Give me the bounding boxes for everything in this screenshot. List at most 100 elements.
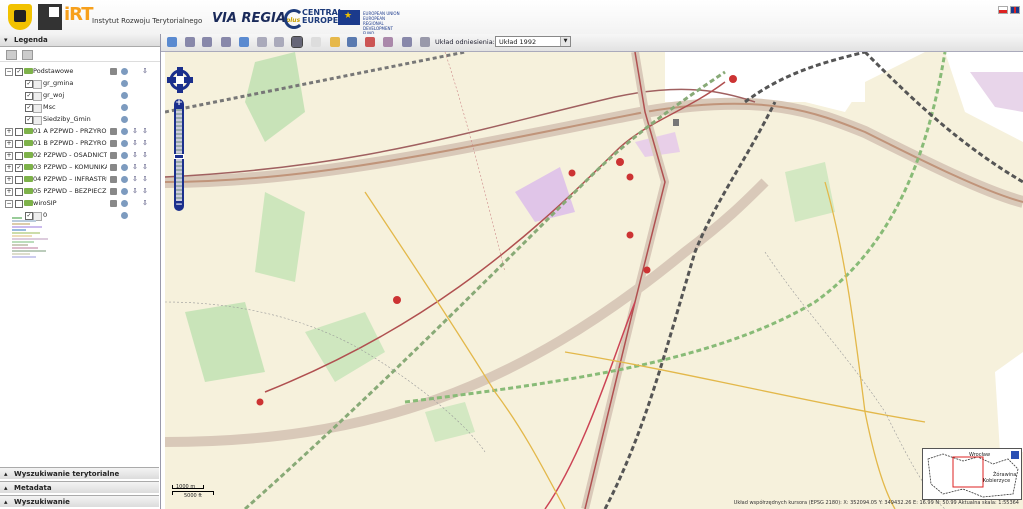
download-icon[interactable]: ⇩ — [132, 188, 139, 195]
settings-icon[interactable] — [121, 128, 128, 135]
expand-icon[interactable]: + — [5, 188, 13, 196]
measure-distance-icon[interactable] — [257, 37, 267, 47]
download-icon[interactable]: ⇩ — [142, 164, 149, 171]
overview-map[interactable]: Żórawina Kobierzyce Wrocław — [922, 448, 1022, 500]
full-extent-icon[interactable] — [239, 37, 249, 47]
legend-layer-row[interactable]: ✓ Msc — [0, 102, 159, 113]
download-icon[interactable]: ⇩ — [142, 176, 149, 183]
legend-group-row[interactable]: + 05 PZPWD – BEZPIECZEŃS ⇩ ⇩ — [0, 186, 159, 197]
download-icon[interactable]: ⇩ — [142, 140, 149, 147]
group-checkbox[interactable] — [15, 152, 23, 160]
layer-checkbox[interactable]: ✓ — [25, 80, 33, 88]
download-icon[interactable]: ⇩ — [132, 140, 139, 147]
expand-icon[interactable]: + — [5, 152, 13, 160]
add-service-icon[interactable] — [22, 50, 33, 60]
trash-icon[interactable] — [110, 152, 117, 159]
settings-icon[interactable] — [121, 200, 128, 207]
legend-group-row[interactable]: − ✓ Podstawowe ⇩ — [0, 66, 159, 77]
save-icon[interactable] — [347, 37, 357, 47]
reference-system-select[interactable]: Układ 1992 ▼ — [495, 36, 571, 47]
download-icon[interactable]: ⇩ — [142, 200, 149, 207]
layer-checkbox[interactable]: ✓ — [25, 104, 33, 112]
settings-icon[interactable] — [121, 164, 128, 171]
collapse-icon[interactable]: − — [5, 68, 13, 76]
zoom-slider[interactable]: + − — [174, 99, 184, 211]
settings-icon[interactable] — [121, 80, 128, 87]
print-icon[interactable] — [383, 37, 393, 47]
zoom-in-icon[interactable]: + — [174, 99, 184, 109]
settings-icon[interactable] — [121, 152, 128, 159]
legend-layer-row[interactable]: ✓ gr_gmina — [0, 78, 159, 89]
trash-icon[interactable] — [110, 176, 117, 183]
legend-layer-row[interactable]: ✓ Siedziby_Gmin — [0, 114, 159, 125]
group-checkbox[interactable]: ✓ — [15, 68, 23, 76]
trash-icon[interactable] — [110, 128, 117, 135]
measure-area-icon[interactable] — [274, 37, 284, 47]
add-layer-icon[interactable] — [6, 50, 17, 60]
trash-icon[interactable] — [110, 200, 117, 207]
group-checkbox[interactable] — [15, 200, 23, 208]
settings-icon[interactable] — [121, 104, 128, 111]
layer-checkbox[interactable]: ✓ — [25, 92, 33, 100]
search-map-icon[interactable] — [402, 37, 412, 47]
zoom-out-icon[interactable] — [221, 37, 231, 47]
legend-group-row[interactable]: − wiroSIP ⇩ — [0, 198, 159, 209]
zoom-in-icon[interactable] — [202, 37, 212, 47]
download-icon[interactable]: ⇩ — [132, 164, 139, 171]
group-checkbox[interactable] — [15, 128, 23, 136]
download-icon[interactable]: ⇩ — [142, 128, 149, 135]
settings-icon[interactable] — [121, 116, 128, 123]
download-icon[interactable]: ⇩ — [132, 176, 139, 183]
group-checkbox[interactable] — [15, 188, 23, 196]
expand-icon[interactable]: + — [5, 128, 13, 136]
settings-icon[interactable] — [121, 188, 128, 195]
legend-layer-row[interactable]: ✓ gr_woj — [0, 90, 159, 101]
download-icon[interactable]: ⇩ — [142, 68, 149, 75]
open-folder-icon[interactable] — [330, 37, 340, 47]
english-language-flag-icon[interactable] — [1010, 6, 1020, 14]
legend-header[interactable]: ▾ Legenda — [0, 34, 160, 47]
export-pdf-icon[interactable] — [365, 37, 375, 47]
collapse-arrow-icon[interactable]: ▾ — [4, 34, 8, 46]
search-panel[interactable]: ▴ Wyszukiwanie — [0, 495, 159, 507]
group-checkbox[interactable]: ✓ — [15, 164, 23, 172]
settings-icon[interactable] — [121, 140, 128, 147]
settings-icon[interactable] — [121, 176, 128, 183]
trash-icon[interactable] — [110, 68, 117, 75]
settings-icon[interactable] — [121, 92, 128, 99]
legend-group-row[interactable]: + 02 PZPWD - OSADNICTWO ⇩ ⇩ — [0, 150, 159, 161]
expand-icon[interactable]: + — [5, 140, 13, 148]
download-icon[interactable]: ⇩ — [132, 128, 139, 135]
zoom-thumb[interactable] — [174, 154, 184, 159]
download-icon[interactable]: ⇩ — [142, 188, 149, 195]
layer-checkbox[interactable]: ✓ — [25, 116, 33, 124]
trash-icon[interactable] — [110, 164, 117, 171]
legend-group-row[interactable]: + 01 B PZPWD - PRZYRODA ⇩ ⇩ — [0, 138, 159, 149]
settings-icon[interactable] — [121, 212, 128, 219]
pan-control-icon[interactable] — [167, 67, 193, 93]
settings-icon[interactable] — [121, 68, 128, 75]
pan-icon[interactable] — [167, 37, 177, 47]
download-icon[interactable]: ⇩ — [132, 152, 139, 159]
expand-arrow-icon[interactable]: ▴ — [4, 496, 8, 508]
metadata-panel[interactable]: ▴ Metadata — [0, 481, 159, 493]
group-checkbox[interactable] — [15, 176, 23, 184]
trash-icon[interactable] — [110, 140, 117, 147]
group-checkbox[interactable] — [15, 140, 23, 148]
legend-group-row[interactable]: + ✓ 03 PZPWD – KOMUNIKACJ ⇩ ⇩ — [0, 162, 159, 173]
expand-arrow-icon[interactable]: ▴ — [4, 468, 8, 480]
download-icon[interactable]: ⇩ — [142, 152, 149, 159]
identify-icon[interactable] — [291, 36, 303, 48]
legend-group-row[interactable]: + 04 PZPWD – INFRASTRUK1 ⇩ ⇩ — [0, 174, 159, 185]
territorial-search-panel[interactable]: ▴ Wyszukiwanie terytorialne — [0, 467, 159, 479]
trash-icon[interactable] — [110, 188, 117, 195]
legend-group-row[interactable]: + 01 A PZPWD - PRZYRODA ⇩ ⇩ — [0, 126, 159, 137]
expand-icon[interactable]: + — [5, 176, 13, 184]
zoom-box-icon[interactable] — [185, 37, 195, 47]
info-icon[interactable] — [420, 37, 430, 47]
chevron-down-icon[interactable]: ▼ — [560, 37, 570, 46]
collapse-icon[interactable]: − — [5, 200, 13, 208]
map-canvas[interactable] — [165, 52, 1023, 509]
polish-language-flag-icon[interactable] — [998, 6, 1008, 14]
zoom-out-icon[interactable]: − — [174, 201, 184, 211]
